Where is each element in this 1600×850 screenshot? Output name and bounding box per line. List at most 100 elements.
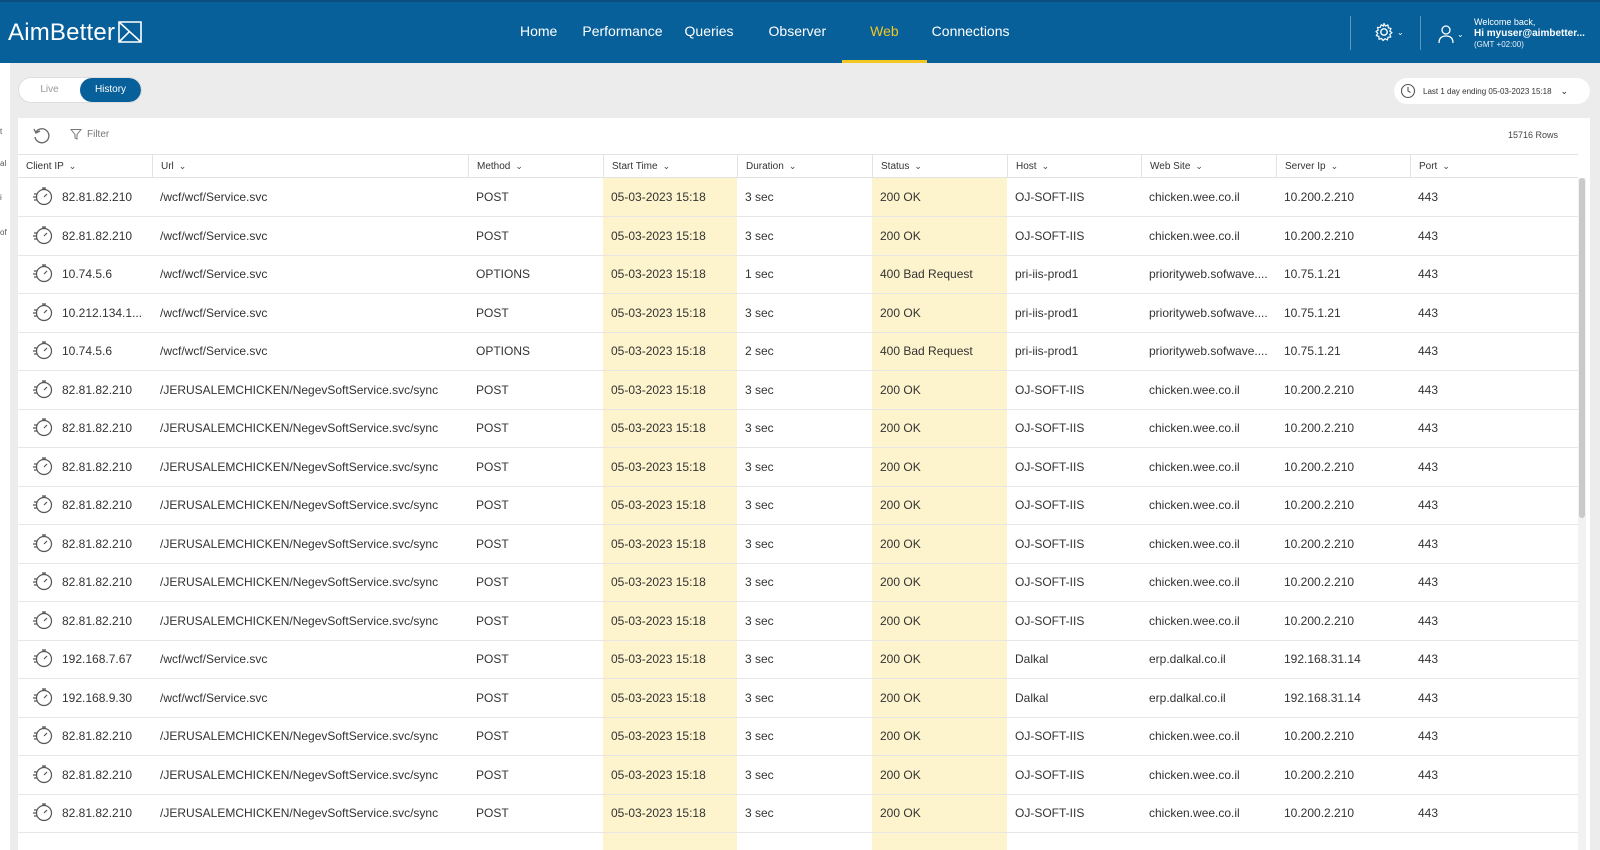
- column-header-url[interactable]: Url ⌄: [152, 155, 468, 178]
- cell-host: pri-iis-prod1: [1015, 305, 1079, 320]
- cell-url: /wcf/wcf/Service.svc: [160, 652, 268, 666]
- refresh-button[interactable]: [32, 126, 52, 151]
- live-option[interactable]: Live: [19, 78, 80, 102]
- cell-start-time: 05-03-2023 15:18: [611, 536, 706, 551]
- cell-url: /JERUSALEMCHICKEN/NegevSoftService.svc/s…: [160, 382, 439, 397]
- request-timer-icon[interactable]: [32, 339, 54, 366]
- request-timer-icon[interactable]: [32, 647, 54, 674]
- column-header-client-ip[interactable]: Client IP ⌄: [18, 155, 152, 178]
- request-timer-icon[interactable]: [32, 570, 54, 597]
- cell-client-ip: 192.168.9.30: [62, 690, 133, 705]
- cell-web-site: chicken.wee.co.il: [1149, 228, 1240, 243]
- table-row[interactable]: 82.81.82.210/JERUSALEMCHICKEN/NegevSoftS…: [18, 563, 1578, 602]
- main-nav: Home Performance Queries Observer Web Co…: [520, 2, 1010, 63]
- cell-port: 443: [1418, 806, 1439, 820]
- column-header-start-time[interactable]: Start Time ⌄: [603, 155, 737, 178]
- cell-start-time: 05-03-2023 15:18: [611, 498, 706, 512]
- request-timer-icon[interactable]: [32, 493, 54, 520]
- table-row[interactable]: 82.81.82.210/wcf/wcf/Service.svc POST 05-0…: [18, 217, 1578, 256]
- table-row[interactable]: 82.81.82.210/JERUSALEMCHICKEN/NegevSoftS…: [18, 602, 1578, 641]
- chevron-down-icon: ⌄: [1457, 29, 1464, 39]
- cell-server-ip: 10.200.2.210: [1284, 575, 1355, 589]
- cell-client-ip: 82.81.82.210: [62, 459, 133, 474]
- request-timer-icon[interactable]: [32, 801, 54, 828]
- table-row[interactable]: 82.81.82.210/JERUSALEMCHICKEN/NegevSoftS…: [18, 486, 1578, 525]
- cell-status: 200 OK: [880, 575, 921, 589]
- table-row[interactable]: 82.81.82.210/JERUSALEMCHICKEN/NegevSoftS…: [18, 756, 1578, 795]
- settings-menu[interactable]: ⌄: [1374, 22, 1404, 42]
- cell-client-ip: 82.81.82.210: [62, 190, 133, 204]
- column-header-method[interactable]: Method ⌄: [468, 155, 603, 178]
- cell-start-time: 05-03-2023 15:18: [611, 267, 706, 281]
- chevron-down-icon: ⌄: [1397, 27, 1404, 37]
- table-row[interactable]: 82.81.82.210/wcf/wcf/Service.svc POST 05-0…: [18, 178, 1578, 217]
- gear-icon: [1375, 22, 1393, 42]
- sort-chevron-icon: ⌄: [515, 161, 523, 171]
- nav-performance[interactable]: Performance: [582, 2, 662, 63]
- table-scrollbar[interactable]: [1578, 178, 1586, 850]
- nav-queries[interactable]: Queries: [685, 2, 734, 63]
- table-row[interactable]: 82.81.82.210/JERUSALEMCHICKEN/NegevSoftS…: [18, 794, 1578, 833]
- column-header-server-ip[interactable]: Server Ip ⌄: [1276, 155, 1410, 178]
- column-header-duration[interactable]: Duration ⌄: [737, 155, 872, 178]
- table-body: 82.81.82.210/wcf/wcf/Service.svc POST 05-0…: [18, 178, 1578, 850]
- cell-host: Dalkal: [1015, 690, 1049, 705]
- sidebar-fragment[interactable]: al: [0, 159, 6, 168]
- column-label: Web Site: [1150, 161, 1191, 172]
- request-timer-icon[interactable]: [32, 224, 54, 251]
- nav-observer[interactable]: Observer: [769, 2, 827, 63]
- cell-duration: 3 sec: [745, 228, 774, 243]
- cell-url: /wcf/wcf/Service.svc: [160, 690, 268, 705]
- sidebar-fragment[interactable]: t: [0, 127, 2, 136]
- column-header-host[interactable]: Host ⌄: [1007, 155, 1141, 178]
- request-timer-icon[interactable]: [32, 609, 54, 636]
- cell-status: 200 OK: [880, 382, 921, 397]
- request-timer-icon[interactable]: [32, 301, 54, 328]
- sidebar-fragment[interactable]: of: [0, 228, 7, 237]
- user-greeting[interactable]: Welcome back, Hi myuser@aimbetter... (GM…: [1474, 17, 1585, 50]
- column-header-status[interactable]: Status ⌄: [872, 155, 1007, 178]
- table-row[interactable]: 10.74.5.6/wcf/wcf/Service.svc OPTIONS 05-0…: [18, 255, 1578, 294]
- history-option[interactable]: History: [80, 78, 141, 102]
- request-timer-icon[interactable]: [32, 724, 54, 751]
- table-row[interactable]: 82.81.82.210/JERUSALEMCHICKEN/NegevSoftS…: [18, 371, 1578, 410]
- nav-home[interactable]: Home: [520, 2, 557, 63]
- cell-web-site: erp.dalkal.co.il: [1149, 652, 1226, 666]
- sidebar-fragment[interactable]: i: [0, 193, 2, 202]
- table-row[interactable]: 82.81.82.210/JERUSALEMCHICKEN/NegevSoftS…: [18, 525, 1578, 564]
- cell-method: POST: [476, 459, 509, 474]
- request-timer-icon[interactable]: [32, 532, 54, 559]
- cell-web-site: chicken.wee.co.il: [1149, 806, 1240, 820]
- nav-connections[interactable]: Connections: [932, 2, 1010, 63]
- filter-button[interactable]: Filter: [70, 128, 109, 140]
- cell-status: 200 OK: [880, 690, 921, 705]
- column-header-web-site[interactable]: Web Site ⌄: [1141, 155, 1276, 178]
- request-timer-icon[interactable]: [32, 686, 54, 713]
- table-row[interactable]: 192.168.7.67/wcf/wcf/Service.svc POST 05-0…: [18, 640, 1578, 679]
- sort-chevron-icon: ⌄: [68, 161, 77, 171]
- table-row[interactable]: 82.81.82.210/JERUSALEMCHICKEN/NegevSoftS…: [18, 409, 1578, 448]
- table-row[interactable]: 192.168.9.30/wcf/wcf/Service.svc POST 05-0…: [18, 679, 1578, 718]
- request-timer-icon[interactable]: [32, 185, 54, 212]
- nav-web[interactable]: Web: [842, 2, 926, 63]
- request-timer-icon[interactable]: [32, 416, 54, 443]
- user-menu[interactable]: ⌄: [1437, 24, 1464, 44]
- column-header-port[interactable]: Port ⌄: [1410, 155, 1578, 178]
- cell-host: OJ-SOFT-IIS: [1015, 190, 1085, 204]
- column-label: Status: [881, 161, 910, 172]
- table-row[interactable]: 10.212.134.1... /wcf/wcf/Service.svc POST 0…: [18, 294, 1578, 333]
- cell-start-time: 05-03-2023 15:18: [611, 652, 706, 666]
- cell-url: /JERUSALEMCHICKEN/NegevSoftService.svc/s…: [160, 459, 439, 474]
- scrollbar-thumb[interactable]: [1579, 178, 1585, 518]
- request-timer-icon[interactable]: [32, 455, 54, 482]
- request-timer-icon[interactable]: [32, 763, 54, 790]
- cell-client-ip: 82.81.82.210: [62, 498, 133, 512]
- table-row[interactable]: 10.74.5.6/wcf/wcf/Service.svc OPTIONS 05-0…: [18, 332, 1578, 371]
- cell-port: 443: [1418, 421, 1439, 435]
- app-logo[interactable]: AimBetter: [8, 19, 143, 47]
- table-row[interactable]: 82.81.82.210/JERUSALEMCHICKEN/NegevSoftS…: [18, 717, 1578, 756]
- request-timer-icon[interactable]: [32, 378, 54, 405]
- request-timer-icon[interactable]: [32, 262, 54, 289]
- date-range-picker[interactable]: Last 1 day ending 05-03-2023 15:18 ⌄: [1394, 78, 1590, 104]
- table-row[interactable]: 82.81.82.210/JERUSALEMCHICKEN/NegevSoftS…: [18, 448, 1578, 487]
